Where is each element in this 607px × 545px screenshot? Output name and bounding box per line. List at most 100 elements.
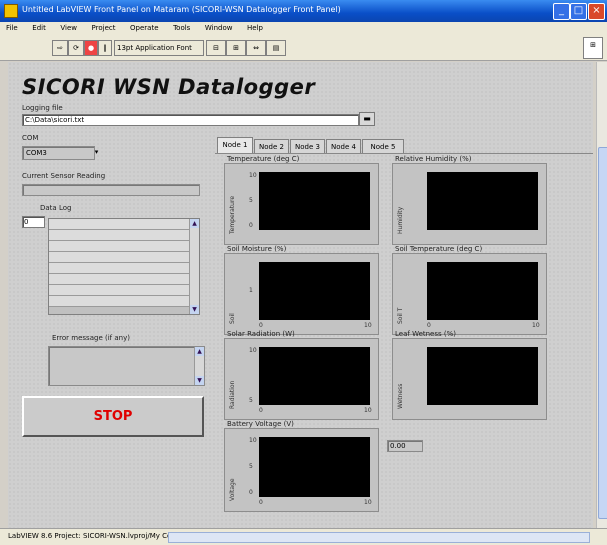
horizontal-scrollbar[interactable]: [168, 532, 590, 543]
pause-icon[interactable]: ‖: [98, 40, 112, 56]
chart-4: Soil Temperature (deg C) Soil T 0 10: [392, 245, 547, 335]
data-log-label: Data Log: [40, 204, 72, 212]
chart-title: Soil Temperature (deg C): [395, 245, 483, 253]
chart-y-axis-label: Temperature: [229, 195, 236, 234]
chart-y-axis-label: Radiation: [229, 380, 236, 409]
menu-operate[interactable]: Operate: [124, 22, 164, 34]
tab-node-4[interactable]: Node 4: [326, 139, 361, 154]
data-log-table[interactable]: ▲ ▼: [48, 218, 200, 315]
chart-x-tick-label: 10: [364, 407, 372, 414]
current-reading-indicator: [22, 184, 200, 196]
menu-help[interactable]: Help: [241, 22, 269, 34]
chart-y-tick-label: 1: [249, 287, 253, 294]
chart-plot-area: [259, 262, 370, 320]
error-indicator: ▲ ▼: [48, 346, 205, 386]
reorder-icon[interactable]: ▤: [266, 40, 286, 56]
close-button[interactable]: ×: [588, 3, 605, 20]
toolbar: ⇨ ⟳ ● ‖ 13pt Application Font ⊟ ⊞ ⇔ ▤ ⊞: [0, 36, 607, 61]
menu-file[interactable]: File: [0, 22, 24, 34]
scroll-up-icon[interactable]: ▲: [190, 219, 199, 228]
chart-3: Soil Moisture (%) Soil 1 0 10: [224, 245, 379, 335]
chart-x-tick-label: 10: [532, 322, 540, 329]
app-title: SICORI WSN Datalogger: [22, 75, 316, 99]
list-item: [49, 252, 189, 263]
error-scrollbar[interactable]: ▲ ▼: [194, 347, 204, 385]
chart-plot-area: [259, 437, 370, 497]
tab-divider: [215, 153, 593, 154]
chart-y-axis-label: Soil T: [397, 307, 404, 324]
com-label: COM: [22, 134, 39, 142]
battery-numeric-indicator: 0.00: [387, 440, 423, 452]
file-path-input[interactable]: C:\Data\sicori.txt: [22, 114, 359, 126]
chart-6: Leaf Wetness (%) Wetness: [392, 330, 547, 420]
error-label: Error message (if any): [52, 334, 130, 342]
list-item: [49, 263, 189, 274]
minimize-button[interactable]: _: [553, 3, 570, 20]
window-title: Untitled LabVIEW Front Panel on Mataram …: [22, 5, 341, 14]
chart-y-tick-label: 5: [249, 463, 253, 470]
page-scroll-thumb[interactable]: [598, 147, 607, 519]
com-dropdown-icon[interactable]: ▾: [92, 147, 101, 157]
scroll-down-icon[interactable]: ▼: [195, 376, 204, 385]
chart-title: Leaf Wetness (%): [395, 330, 457, 338]
chart-y-tick-label: 5: [249, 397, 253, 404]
chart-title: Relative Humidity (%): [395, 155, 472, 163]
chart-x-tick-label: 10: [364, 499, 372, 506]
chart-x-tick-label: 0: [259, 322, 263, 329]
scroll-up-icon[interactable]: ▲: [195, 347, 204, 356]
chart-plot-area: [259, 172, 370, 230]
chart-x-tick-label: 10: [364, 322, 372, 329]
tab-node-3[interactable]: Node 3: [290, 139, 325, 154]
chart-x-tick-label: 0: [427, 322, 431, 329]
menu-view[interactable]: View: [54, 22, 83, 34]
chart-y-axis-label: Wetness: [397, 383, 404, 409]
abort-icon[interactable]: ●: [84, 40, 98, 56]
chart-1: Temperature (deg C) Temperature 10 5 0: [224, 155, 379, 245]
data-log-scrollbar[interactable]: ▲ ▼: [189, 219, 199, 314]
browse-folder-icon[interactable]: ▬: [359, 112, 375, 126]
list-item: [49, 241, 189, 252]
align-objects-icon[interactable]: ⊟: [206, 40, 226, 56]
chart-plot-area: [259, 347, 370, 405]
com-select[interactable]: COM3: [22, 146, 95, 160]
tab-node-2[interactable]: Node 2: [254, 139, 289, 154]
chart-y-axis-label: Soil: [229, 313, 236, 324]
chart-plot-area: [427, 172, 538, 230]
data-log-index[interactable]: 0: [22, 216, 45, 228]
menu-window[interactable]: Window: [199, 22, 239, 34]
chart-y-tick-label: 5: [249, 197, 253, 204]
stop-button[interactable]: STOP: [22, 396, 204, 437]
chart-y-tick-label: 10: [249, 172, 257, 179]
current-reading-label: Current Sensor Reading: [22, 172, 106, 180]
menu-project[interactable]: Project: [86, 22, 122, 34]
chart-title: Soil Moisture (%): [227, 245, 287, 253]
chart-5: Solar Radiation (W) Radiation 10 5 0 10: [224, 330, 379, 420]
page-scrollbar[interactable]: [596, 62, 607, 528]
chart-x-tick-label: 0: [259, 499, 263, 506]
chart-7: Battery Voltage (V) Voltage 10 5 0 0 10: [224, 420, 379, 512]
resize-objects-icon[interactable]: ⇔: [246, 40, 266, 56]
menu-tools[interactable]: Tools: [167, 22, 196, 34]
chart-plot-area: [427, 262, 538, 320]
list-item: [49, 274, 189, 285]
chart-title: Battery Voltage (V): [227, 420, 294, 428]
font-select[interactable]: 13pt Application Font: [114, 40, 204, 56]
maximize-button[interactable]: □: [570, 3, 587, 20]
window-titlebar: Untitled LabVIEW Front Panel on Mataram …: [0, 0, 607, 22]
list-item: [49, 296, 189, 307]
labview-app-icon: [4, 4, 18, 18]
menu-edit[interactable]: Edit: [26, 22, 52, 34]
list-item: [49, 285, 189, 296]
run-arrow-icon[interactable]: ⇨: [52, 40, 68, 56]
distribute-objects-icon[interactable]: ⊞: [226, 40, 246, 56]
chart-2: Relative Humidity (%) Humidity: [392, 155, 547, 245]
vi-icon: ⊞: [583, 37, 603, 59]
run-continuously-icon[interactable]: ⟳: [68, 40, 84, 56]
chart-y-tick-label: 0: [249, 222, 253, 229]
chart-y-axis-label: Humidity: [397, 206, 404, 234]
chart-x-tick-label: 0: [259, 407, 263, 414]
tab-node-5[interactable]: Node 5: [362, 139, 404, 154]
scroll-down-icon[interactable]: ▼: [190, 305, 199, 314]
chart-plot-area: [427, 347, 538, 405]
tab-node-1[interactable]: Node 1: [217, 137, 253, 154]
